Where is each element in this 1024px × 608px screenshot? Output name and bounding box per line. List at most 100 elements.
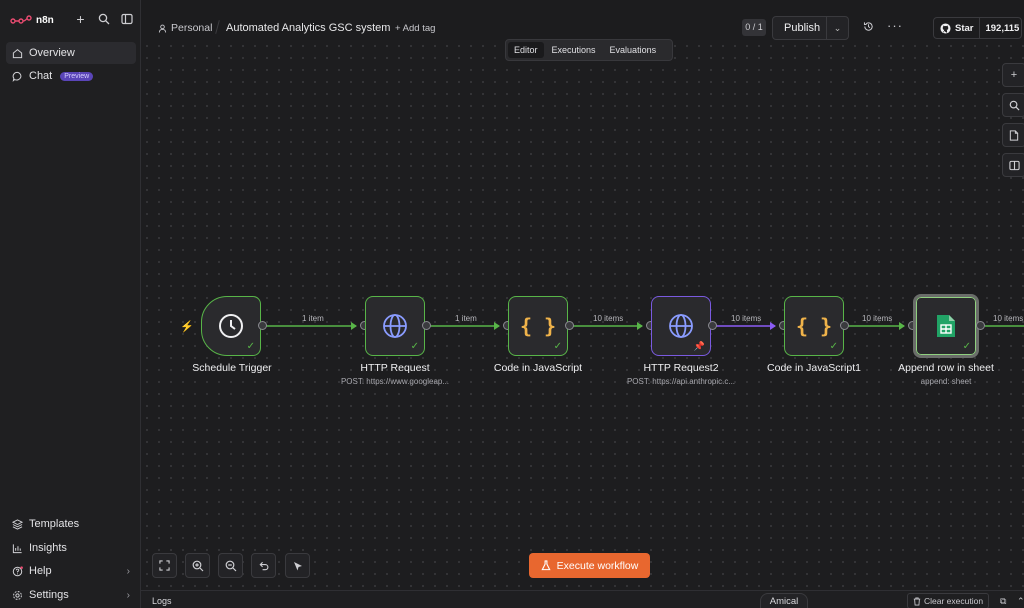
edge-label: 10 items <box>993 314 1024 323</box>
output-port[interactable] <box>422 321 431 330</box>
gear-icon <box>13 590 22 600</box>
sidebar-item-label: Settings <box>29 589 69 601</box>
sidebar-item-templates[interactable]: Templates <box>6 513 136 535</box>
code-braces-icon: { } <box>795 314 833 338</box>
undo-icon[interactable] <box>251 553 276 578</box>
node-code-javascript1[interactable]: { } ✓ <box>784 296 844 356</box>
google-sheets-icon <box>937 315 955 337</box>
edge-label: 10 items <box>862 314 893 323</box>
node-label: HTTP Request <box>360 362 430 374</box>
github-icon <box>940 22 951 34</box>
more-options-icon[interactable]: ··· <box>887 18 903 33</box>
node-append-row-sheet[interactable]: ✓ <box>913 294 979 358</box>
edge-label: 10 items <box>593 314 624 323</box>
sidebar-item-label: Insights <box>29 542 67 554</box>
tab-editor[interactable]: Editor <box>508 42 544 58</box>
execute-workflow-label: Execute workflow <box>556 559 639 572</box>
logs-panel-bar[interactable]: Logs Amical Clear execution ⧉ ⌃ <box>141 590 1024 608</box>
success-check-icon: ✓ <box>962 341 971 352</box>
home-icon <box>12 48 23 58</box>
sidebar-item-settings[interactable]: Settings › <box>6 584 136 606</box>
toggle-sidebar-icon[interactable] <box>120 13 133 26</box>
success-check-icon: ✓ <box>246 341 255 352</box>
chevron-up-icon[interactable]: ⌃ <box>1017 596 1024 607</box>
sidebar-item-overview[interactable]: Overview <box>6 42 136 64</box>
trigger-bolt-icon: ⚡ <box>180 321 194 333</box>
search-nodes-icon[interactable] <box>1002 93 1024 117</box>
edge-label: 1 item <box>302 314 324 323</box>
publish-label: Publish <box>784 22 821 34</box>
output-port[interactable] <box>258 321 267 330</box>
sidebar-item-insights[interactable]: Insights <box>6 537 136 559</box>
sidebar-item-label: Chat <box>29 70 53 82</box>
templates-icon <box>12 518 23 530</box>
sidebar-item-label: Templates <box>29 518 80 530</box>
execute-workflow-button[interactable]: Execute workflow <box>529 553 650 578</box>
workflow-title[interactable]: Automated Analytics GSC system <box>226 22 390 34</box>
user-icon <box>158 24 167 33</box>
publish-button[interactable]: Publish ⌄ <box>772 16 849 40</box>
node-code-javascript[interactable]: { } ✓ <box>508 296 568 356</box>
node-label: Schedule Trigger <box>192 362 272 374</box>
code-braces-icon: { } <box>519 314 557 338</box>
help-icon <box>12 565 23 576</box>
globe-icon <box>383 314 407 338</box>
github-star-count: 192,115 <box>985 22 1020 34</box>
add-tag-button[interactable]: + Add tag <box>395 23 435 34</box>
chevron-down-icon[interactable]: ⌄ <box>826 17 848 39</box>
node-http-request2[interactable]: 📌 <box>651 296 711 356</box>
search-icon[interactable] <box>97 13 110 26</box>
sidebar-item-label: Help <box>29 565 52 577</box>
chat-icon <box>12 71 22 82</box>
sidebar-item-help[interactable]: Help › <box>6 560 136 582</box>
pin-icon: 📌 <box>693 341 705 351</box>
editor-tabs: Editor Executions Evaluations <box>505 39 673 61</box>
node-subtitle: POST: https://api.anthropic.c... <box>626 377 736 386</box>
output-port[interactable] <box>708 321 717 330</box>
node-label: Append row in sheet <box>898 362 994 374</box>
edge-label: 1 item <box>455 314 477 323</box>
zoom-out-icon[interactable] <box>218 553 243 578</box>
popout-icon[interactable]: ⧉ <box>1000 596 1006 607</box>
clear-execution-label: Clear execution <box>924 596 984 606</box>
node-http-request[interactable]: ✓ <box>365 296 425 356</box>
flask-icon <box>541 560 551 571</box>
tidy-up-icon[interactable] <box>285 553 310 578</box>
github-star-label: Star <box>955 22 974 34</box>
tab-evaluations[interactable]: Evaluations <box>604 42 663 58</box>
amical-tab[interactable]: Amical <box>760 593 808 608</box>
edge-label: 10 items <box>731 314 762 323</box>
node-label: Code in JavaScript <box>493 362 583 374</box>
output-port[interactable] <box>840 321 849 330</box>
sidebar-item-chat[interactable]: Chat Preview <box>6 65 136 87</box>
zoom-in-icon[interactable] <box>185 553 210 578</box>
output-port[interactable] <box>976 321 985 330</box>
output-port[interactable] <box>565 321 574 330</box>
success-check-icon: ✓ <box>410 341 419 352</box>
success-check-icon: ✓ <box>553 341 562 352</box>
history-icon[interactable] <box>863 21 874 35</box>
canvas-right-toolbar: + <box>1002 63 1024 177</box>
fit-view-icon[interactable] <box>152 553 177 578</box>
success-check-icon: ✓ <box>829 341 838 352</box>
n8n-logo-icon <box>10 15 32 24</box>
sticky-note-icon[interactable] <box>1002 123 1024 147</box>
globe-icon <box>669 314 693 338</box>
n8n-logo[interactable]: n8n <box>10 15 54 26</box>
app-name: n8n <box>36 14 54 26</box>
tab-executions[interactable]: Executions <box>546 42 602 58</box>
n8n-editor: n8n + Overview Chat Preview Templates In… <box>0 0 1024 608</box>
github-star-widget[interactable]: Star 192,115 <box>933 17 1022 39</box>
add-icon[interactable]: + <box>74 12 87 26</box>
clear-execution-button[interactable]: Clear execution <box>907 593 990 608</box>
node-schedule-trigger[interactable]: ✓ <box>201 296 261 356</box>
breadcrumb[interactable]: Personal <box>158 22 212 34</box>
breadcrumb-separator <box>215 20 220 34</box>
node-subtitle: append: sheet <box>920 377 972 386</box>
sidebar: n8n + Overview Chat Preview Templates In… <box>0 0 141 608</box>
toggle-panel-icon[interactable] <box>1002 153 1024 177</box>
add-node-icon[interactable]: + <box>1002 63 1024 87</box>
node-subtitle: POST: https://www.googleap... <box>340 377 450 386</box>
github-star-button[interactable]: Star <box>934 18 981 38</box>
preview-badge: Preview <box>60 71 94 81</box>
